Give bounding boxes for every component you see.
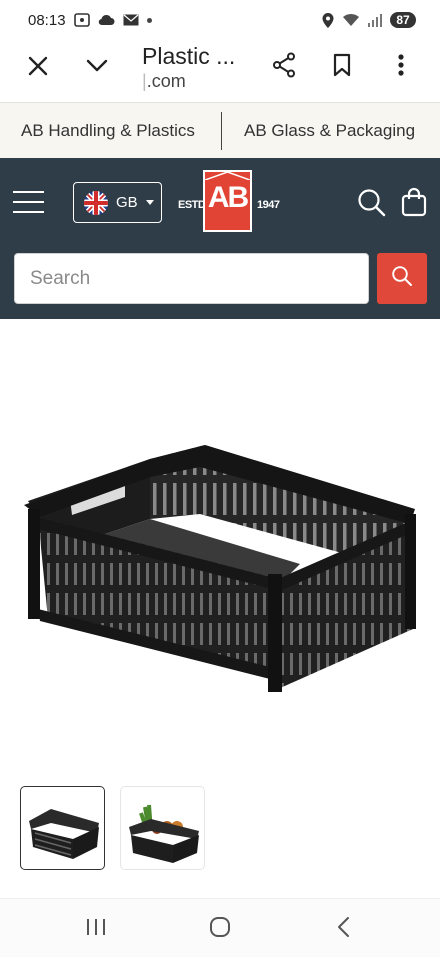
- cart-button[interactable]: [401, 187, 429, 217]
- bookmark-icon: [333, 53, 351, 82]
- hamburger-icon: [13, 191, 44, 193]
- logo-box: AB: [203, 170, 252, 232]
- thumbnail-empty-crate[interactable]: [20, 786, 105, 870]
- notification-dot-icon: [146, 17, 152, 23]
- logo-ab: AB: [207, 181, 249, 214]
- share-button[interactable]: [264, 47, 304, 87]
- search-icon: [357, 189, 387, 222]
- system-navigation-bar: [0, 898, 440, 957]
- hamburger-icon-line: [13, 201, 44, 203]
- sister-sites-bar: AB Handling & Plastics AB Glass & Packag…: [0, 102, 440, 158]
- battery-indicator: 87: [390, 12, 416, 28]
- region-label: GB: [116, 194, 138, 211]
- domain-suffix: .com: [146, 71, 186, 91]
- header-search-button[interactable]: [357, 188, 387, 218]
- region-select[interactable]: GB: [73, 182, 162, 223]
- crate-image: [24, 445, 416, 692]
- sister-site-glass-link[interactable]: AB Glass & Packaging: [222, 103, 415, 158]
- logo-year: 1947: [257, 199, 280, 211]
- logo-estd: ESTD: [178, 199, 206, 211]
- wifi-icon: [342, 13, 360, 27]
- status-time: 08:13: [28, 11, 66, 29]
- uk-flag-icon: [84, 190, 108, 215]
- crate-vegetables-thumbnail-image: [129, 804, 199, 863]
- status-bar: 08:13 87: [0, 0, 440, 40]
- site-header: GB ESTD AB 1947: [0, 158, 440, 319]
- status-right: 87: [322, 12, 416, 28]
- hamburger-icon-line: [13, 211, 44, 213]
- bookmark-button[interactable]: [322, 47, 362, 87]
- url-block[interactable]: Plastic ... |.com: [142, 40, 252, 92]
- back-button[interactable]: [323, 913, 363, 945]
- status-left: 08:13: [28, 12, 152, 29]
- more-options-button[interactable]: [381, 47, 421, 87]
- site-logo[interactable]: ESTD AB 1947: [178, 170, 280, 236]
- home-icon: [209, 916, 231, 943]
- minimize-button[interactable]: [77, 48, 117, 88]
- close-icon: [28, 56, 48, 81]
- menu-button[interactable]: [13, 188, 45, 216]
- share-icon: [272, 52, 296, 83]
- logo-roof-icon: [205, 172, 250, 180]
- product-main-image[interactable]: [0, 319, 440, 779]
- home-button[interactable]: [200, 913, 240, 945]
- sister-site-handling-link[interactable]: AB Handling & Plastics: [0, 103, 221, 158]
- mail-icon: [123, 14, 139, 26]
- more-vert-icon: [398, 53, 404, 81]
- back-icon: [336, 916, 350, 943]
- location-icon: [322, 12, 334, 28]
- screenshot-icon: [73, 13, 90, 27]
- thumbnail-crate-vegetables[interactable]: [120, 786, 205, 870]
- search-submit-button[interactable]: [377, 253, 427, 304]
- page-title: Plastic ...: [142, 43, 236, 69]
- crate-thumbnail-image: [29, 809, 99, 859]
- signal-icon: [368, 13, 382, 27]
- page-domain: |.com: [142, 70, 252, 92]
- chevron-down-icon: [86, 59, 108, 78]
- search-input[interactable]: [14, 253, 369, 304]
- caret-down-icon: [145, 200, 154, 205]
- recents-button[interactable]: [76, 913, 116, 945]
- shopping-bag-icon: [401, 187, 427, 221]
- recents-icon: [85, 918, 107, 941]
- browser-toolbar: Plastic ... |.com: [0, 40, 440, 102]
- cloud-icon: [98, 14, 115, 26]
- search-icon: [391, 265, 413, 292]
- close-tab-button[interactable]: [18, 48, 58, 88]
